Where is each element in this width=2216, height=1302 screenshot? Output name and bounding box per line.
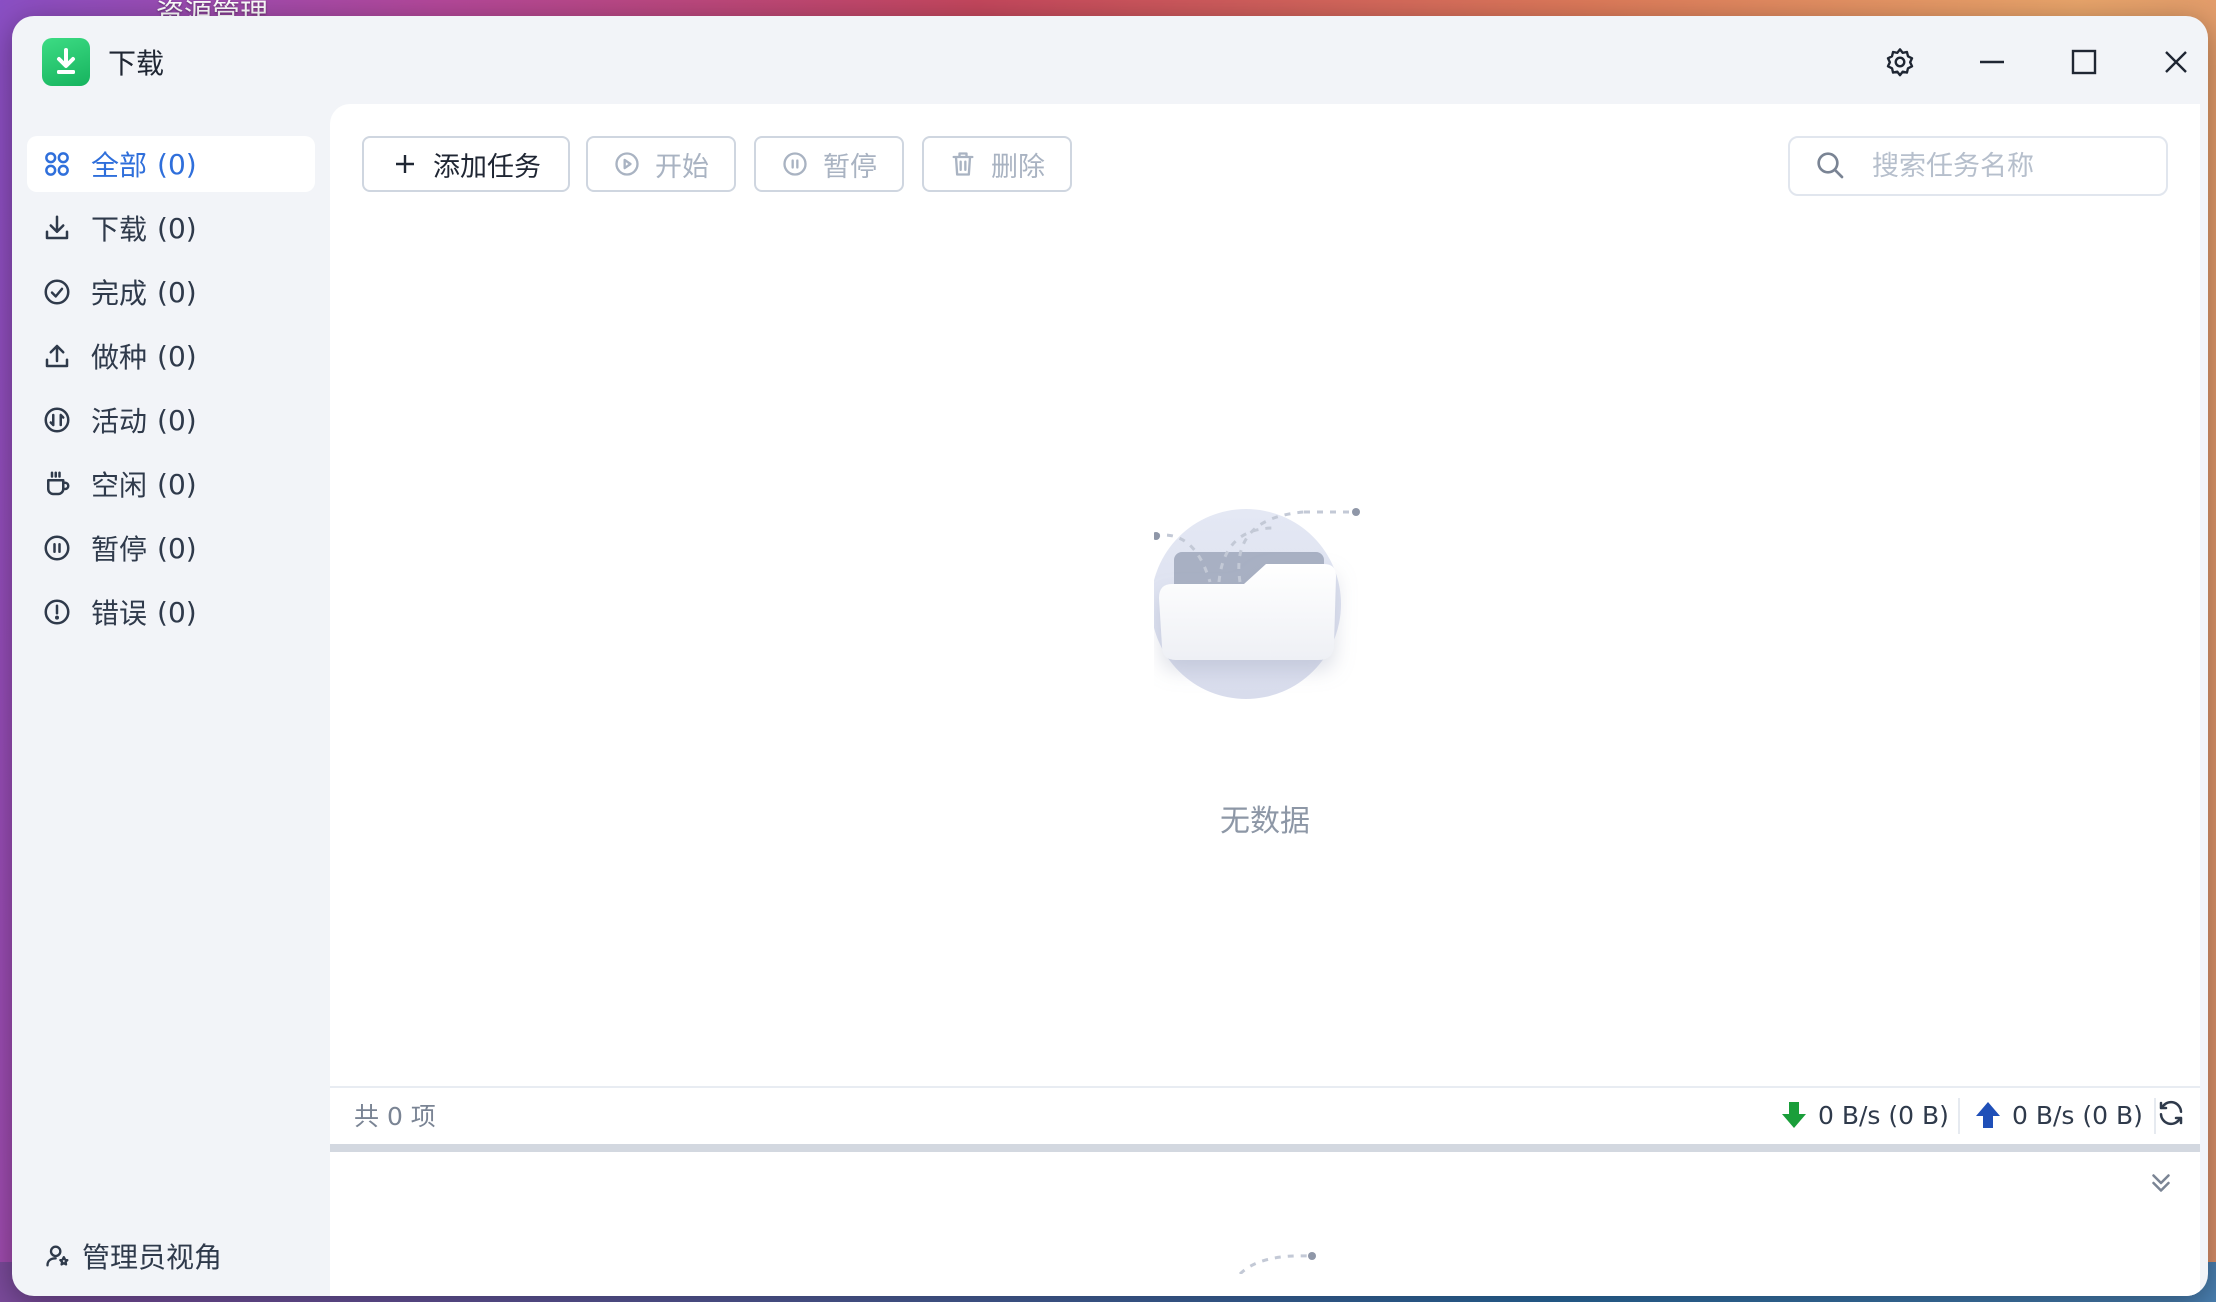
delete-button[interactable]: 删除 [922,136,1072,192]
trash-icon [949,150,977,178]
sidebar-item-count: (0) [157,403,197,437]
double-chevron-down-icon [2146,1168,2176,1202]
search-box [1788,136,2168,196]
pause-circle-icon [781,150,809,178]
start-button[interactable]: 开始 [586,136,736,192]
status-divider [1958,1098,1960,1134]
main-panel: 添加任务 开始 暂停 删除 搜索任务名称 无数据 共 0 项 0 B/s (0 … [330,104,2200,1296]
sidebar-item-label: 错误 [91,597,148,630]
collapse-panel-button[interactable] [2146,1168,2180,1202]
play-circle-icon [613,150,641,178]
sidebar-item-count: (0) [157,339,197,373]
grid-icon [41,148,73,180]
upload-speed: 0 B/s (0 B) [1974,1100,2143,1130]
delete-label: 删除 [991,151,1045,183]
download-arrow-icon [1780,1100,1808,1130]
pause-label: 暂停 [823,151,877,183]
upload-arrow-icon [1974,1100,2002,1130]
close-button[interactable] [2150,36,2202,88]
status-bar: 共 0 项 0 B/s (0 B) 0 B/s (0 B) [330,1086,2200,1142]
empty-state-text: 无数据 [1220,804,1310,839]
sidebar-item-label: 活动 [91,405,148,438]
toolbar: 添加任务 开始 暂停 删除 [362,136,2200,196]
sidebar-item-label: 全部 [91,149,148,182]
refresh-button[interactable] [2156,1098,2190,1132]
sidebar-item-all[interactable]: 全部 (0) [27,136,315,192]
upload-speed-value: 0 B/s (0 B) [2012,1100,2143,1130]
sidebar-item-label: 完成 [91,277,148,310]
check-circle-icon [41,276,73,308]
start-label: 开始 [655,151,709,183]
sidebar-item-seeding[interactable]: 做种 (0) [27,328,315,384]
minimize-icon [1977,47,2007,77]
maximize-button[interactable] [2058,36,2110,88]
sidebar-item-count: (0) [157,147,197,181]
maximize-icon [2070,48,2098,76]
sidebar-item-error[interactable]: 错误 (0) [27,584,315,640]
sidebar-item-count: (0) [157,467,197,501]
sidebar-item-idle[interactable]: 空闲 (0) [27,456,315,512]
sidebar-item-active[interactable]: 活动 (0) [27,392,315,448]
sidebar-item-label: 做种 [91,341,148,374]
admin-user-icon [44,1242,72,1270]
panel-resize-handle[interactable] [330,1144,2200,1152]
cup-icon [41,468,73,500]
search-icon [1814,149,1848,183]
download-speed: 0 B/s (0 B) [1780,1100,1949,1130]
minimize-button[interactable] [1966,36,2018,88]
app-download-icon [42,38,90,86]
close-icon [2162,48,2190,76]
detail-empty-illustration [1238,1252,1316,1274]
add-task-label: 添加任务 [433,151,541,183]
upload-icon [41,340,73,372]
admin-view-label: 管理员视角 [82,1241,223,1274]
settings-button[interactable] [1874,36,1926,88]
alert-circle-icon [41,596,73,628]
sidebar-item-count: (0) [157,211,197,245]
download-icon [41,212,73,244]
gear-icon [1884,46,1916,78]
admin-view-button[interactable]: 管理员视角 [44,1236,222,1276]
activity-icon [41,404,73,436]
total-count: 共 0 项 [354,1102,436,1131]
empty-folder-illustration [1151,478,1394,708]
sidebar-item-label: 空闲 [91,469,148,502]
sidebar-item-label: 下载 [91,213,148,246]
pause-circle-icon [41,532,73,564]
sidebar: 全部 (0) 下载 (0) 完成 (0) 做种 (0) 活动 (0) 空闲 (0… [12,104,330,1296]
sidebar-item-label: 暂停 [91,533,148,566]
sidebar-item-count: (0) [157,531,197,565]
sidebar-item-downloading[interactable]: 下载 (0) [27,200,315,256]
download-speed-value: 0 B/s (0 B) [1818,1100,1949,1130]
pause-button[interactable]: 暂停 [754,136,904,192]
sidebar-item-count: (0) [157,595,197,629]
titlebar: 下载 [12,16,2208,104]
detail-panel [330,1152,2200,1296]
window-title: 下载 [108,47,165,80]
plus-icon [391,150,419,178]
add-task-button[interactable]: 添加任务 [362,136,570,192]
search-input[interactable] [1872,150,2132,182]
refresh-icon [2156,1098,2186,1132]
download-window: 下载 全部 (0) 下载 (0) 完成 (0) 做种 (0) 活动 (0) 空闲… [12,16,2208,1296]
sidebar-item-completed[interactable]: 完成 (0) [27,264,315,320]
sidebar-item-count: (0) [157,275,197,309]
sidebar-item-paused[interactable]: 暂停 (0) [27,520,315,576]
